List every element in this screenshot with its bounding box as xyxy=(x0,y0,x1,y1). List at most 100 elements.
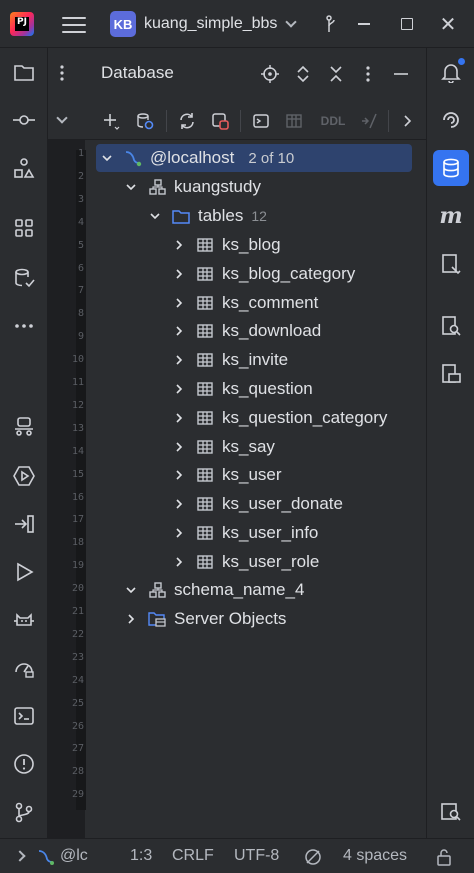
debug-cat-icon[interactable] xyxy=(8,604,40,636)
more-options-icon[interactable] xyxy=(60,64,64,86)
expand-all-icon[interactable] xyxy=(291,62,315,86)
tree-node-table[interactable]: ks_comment xyxy=(96,289,412,317)
git-icon[interactable] xyxy=(8,796,40,828)
locate-icon[interactable] xyxy=(258,62,282,86)
tree-node-datasource[interactable]: @localhost 2 of 10 xyxy=(96,144,412,172)
tree-node-table[interactable]: ks_blog xyxy=(96,231,412,259)
database-tool-icon[interactable] xyxy=(433,150,469,186)
status-line-separator[interactable]: CRLF xyxy=(172,847,214,865)
ddl-button[interactable]: DDL xyxy=(316,108,350,134)
query-console-icon[interactable] xyxy=(248,108,274,134)
search-structure-icon[interactable] xyxy=(435,310,467,342)
refresh-icon[interactable] xyxy=(174,108,200,134)
endpoints-icon[interactable] xyxy=(8,508,40,540)
tree-node-tables-folder[interactable]: tables 12 xyxy=(96,202,412,230)
plugins-icon[interactable] xyxy=(8,212,40,244)
expand-arrow-icon[interactable] xyxy=(174,240,184,250)
table-icon xyxy=(196,553,214,571)
tree-node-table[interactable]: ks_user_info xyxy=(96,519,412,547)
jump-to-icon[interactable] xyxy=(356,108,382,134)
expand-arrow-icon[interactable] xyxy=(174,528,184,538)
table-label: ks_blog xyxy=(222,235,281,254)
tree-node-schema[interactable]: schema_name_4 xyxy=(96,576,412,604)
line-number: 12 xyxy=(71,399,84,411)
line-number: 14 xyxy=(71,445,84,457)
maven-icon[interactable]: m xyxy=(435,200,467,232)
schema-label: schema_name_4 xyxy=(174,580,305,599)
tree-node-table[interactable]: ks_user_donate xyxy=(96,490,412,518)
editor-tab-dropdown[interactable] xyxy=(48,100,86,140)
tree-node-table[interactable]: ks_download xyxy=(96,317,412,345)
minimize-button[interactable] xyxy=(352,12,376,36)
project-selector[interactable]: KB kuang_simple_bbs xyxy=(110,10,298,38)
expand-arrow-icon[interactable] xyxy=(126,614,136,624)
line-number: 13 xyxy=(71,422,84,434)
status-datasource[interactable]: @lc xyxy=(60,847,88,865)
collapse-arrow-icon[interactable] xyxy=(150,211,160,221)
notifications-bell-icon[interactable] xyxy=(435,56,467,88)
collapse-all-icon[interactable] xyxy=(324,62,348,86)
expand-arrow-icon[interactable] xyxy=(174,355,184,365)
profiler-icon[interactable] xyxy=(8,652,40,684)
line-number: 8 xyxy=(77,308,84,320)
more-toolbar-chevron-icon[interactable] xyxy=(394,108,420,134)
run-icon[interactable] xyxy=(8,556,40,588)
tree-node-table[interactable]: ks_user_role xyxy=(96,548,412,576)
bean-validation-icon[interactable] xyxy=(435,248,467,280)
hide-panel-icon[interactable] xyxy=(389,62,413,86)
tree-node-table[interactable]: ks_blog_category xyxy=(96,260,412,288)
expand-arrow-icon[interactable] xyxy=(174,298,184,308)
database-changes-icon[interactable] xyxy=(8,262,40,294)
project-folder-icon[interactable] xyxy=(8,56,40,88)
no-inspection-icon[interactable] xyxy=(304,848,322,871)
more-tools-icon[interactable] xyxy=(8,310,40,342)
ai-assistant-icon[interactable] xyxy=(435,104,467,136)
structure-icon[interactable] xyxy=(8,152,40,184)
expand-arrow-icon[interactable] xyxy=(174,442,184,452)
expand-arrow-icon[interactable] xyxy=(174,326,184,336)
line-number: 15 xyxy=(71,468,84,480)
datasource-properties-icon[interactable] xyxy=(132,108,158,134)
status-encoding[interactable]: UTF-8 xyxy=(234,847,279,865)
tree-node-schema[interactable]: kuangstudy xyxy=(96,173,412,201)
vcs-branch-icon[interactable] xyxy=(325,14,337,38)
lock-icon[interactable] xyxy=(436,848,452,871)
table-label: ks_user_info xyxy=(222,523,319,542)
maximize-button[interactable] xyxy=(394,12,418,36)
main-menu-icon[interactable] xyxy=(62,14,86,34)
expand-arrow-icon[interactable] xyxy=(174,470,184,480)
status-caret-position[interactable]: 1:3 xyxy=(130,847,152,865)
chevron-right-icon[interactable] xyxy=(14,850,26,862)
tree-node-table[interactable]: ks_question xyxy=(96,375,412,403)
tree-node-server-objects[interactable]: Server Objects xyxy=(96,605,412,633)
collapse-arrow-icon[interactable] xyxy=(102,153,112,163)
expand-arrow-icon[interactable] xyxy=(174,413,184,423)
expand-arrow-icon[interactable] xyxy=(174,269,184,279)
run-services-icon[interactable] xyxy=(8,460,40,492)
disconnect-icon[interactable] xyxy=(207,108,233,134)
tree-node-table[interactable]: ks_question_category xyxy=(96,404,412,432)
expand-arrow-icon[interactable] xyxy=(174,499,184,509)
collapse-arrow-icon[interactable] xyxy=(126,585,136,595)
datasource-label: @localhost xyxy=(150,148,235,167)
add-datasource-icon[interactable] xyxy=(98,108,124,134)
table-icon xyxy=(196,409,214,427)
close-window-button[interactable]: ✕ xyxy=(436,12,460,36)
commit-icon[interactable] xyxy=(8,104,40,136)
expand-arrow-icon[interactable] xyxy=(174,557,184,567)
terminal-icon[interactable] xyxy=(8,700,40,732)
table-label: ks_user_donate xyxy=(222,494,343,514)
services-icon[interactable] xyxy=(8,410,40,442)
collapse-arrow-icon[interactable] xyxy=(126,182,136,192)
problems-icon[interactable] xyxy=(8,748,40,780)
options-icon[interactable] xyxy=(356,62,380,86)
persistence-icon[interactable] xyxy=(435,358,467,390)
tree-node-table[interactable]: ks_say xyxy=(96,433,412,461)
status-indent[interactable]: 4 spaces xyxy=(343,847,407,865)
server-objects-label: Server Objects xyxy=(174,609,287,628)
expand-arrow-icon[interactable] xyxy=(174,384,184,394)
table-editor-icon[interactable] xyxy=(281,108,307,134)
tree-node-table[interactable]: ks_invite xyxy=(96,346,412,374)
find-usages-icon[interactable] xyxy=(435,796,467,828)
tree-node-table[interactable]: ks_user xyxy=(96,461,412,489)
